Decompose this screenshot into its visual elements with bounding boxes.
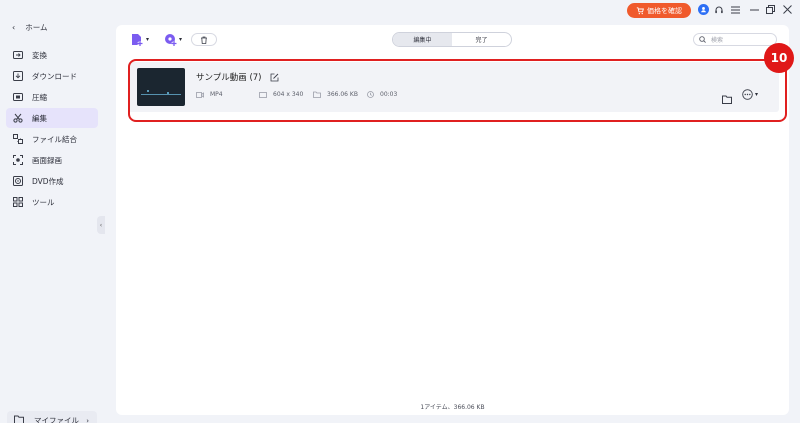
search-input[interactable]: 検索 [693, 33, 777, 46]
sidebar-item-label: ダウンロード [32, 71, 77, 81]
sidebar-collapse-button[interactable]: ‹ [97, 216, 105, 234]
chevron-left-icon: ‹ [12, 23, 16, 32]
home-label: ホーム [25, 23, 48, 32]
sidebar-item-label: 圧縮 [32, 92, 47, 102]
download-icon [13, 71, 23, 81]
sidebar-item-label: 編集 [32, 113, 47, 123]
tools-icon [13, 197, 23, 207]
trash-icon [201, 36, 207, 44]
step-badge: 10 [764, 43, 794, 73]
my-files-label: マイファイル [34, 416, 79, 423]
sidebar-item-label: ツール [32, 197, 55, 207]
cart-icon [636, 6, 644, 14]
convert-icon [13, 50, 23, 60]
sidebar: ‹ ホーム 変換 ダウンロード 圧縮 編集 ファイル結合 画面録画 DVD作成 … [0, 16, 104, 423]
support-headset-icon[interactable] [713, 4, 724, 15]
chevron-down-icon: ▾ [179, 36, 183, 43]
sidebar-item-tools[interactable]: ツール [6, 192, 98, 212]
item-summary: 1アイテム、366.06 KB [420, 403, 485, 411]
sidebar-item-edit[interactable]: 編集 [6, 108, 98, 128]
account-icon[interactable] [698, 4, 709, 15]
status-tabs: 編集中 完了 [392, 32, 512, 47]
add-media-button[interactable]: ▾ [164, 33, 182, 46]
delete-button[interactable] [191, 33, 217, 46]
chevron-left-icon: ‹ [99, 221, 103, 229]
screen-record-icon [13, 155, 23, 165]
check-price-button[interactable]: 価格を確認 [627, 3, 691, 18]
minimize-icon[interactable] [749, 4, 760, 15]
check-price-label: 価格を確認 [647, 6, 682, 15]
tab-editing[interactable]: 編集中 [393, 33, 452, 46]
status-bar: 1アイテム、366.06 KB [116, 397, 789, 415]
menu-icon[interactable] [730, 4, 741, 15]
compress-icon [13, 92, 23, 102]
chevron-right-icon: › [86, 416, 89, 423]
sidebar-item-label: DVD作成 [32, 176, 64, 186]
add-file-button[interactable]: ▾ [131, 33, 149, 46]
folder-icon [14, 415, 24, 423]
sidebar-item-label: 変換 [32, 50, 47, 60]
chevron-down-icon: ▾ [146, 36, 150, 43]
merge-icon [13, 134, 23, 144]
sidebar-item-merge[interactable]: ファイル結合 [6, 129, 98, 149]
dvd-icon [13, 176, 23, 186]
add-media-icon [165, 34, 177, 46]
sidebar-nav: 変換 ダウンロード 圧縮 編集 ファイル結合 画面録画 DVD作成 ツール [6, 45, 98, 213]
sidebar-item-dvd[interactable]: DVD作成 [6, 171, 98, 191]
sidebar-item-label: ファイル結合 [32, 134, 77, 144]
restore-icon[interactable] [765, 4, 776, 15]
sidebar-item-label: 画面録画 [32, 155, 62, 165]
highlight-frame [128, 59, 787, 122]
search-placeholder: 検索 [711, 37, 724, 44]
add-file-icon [132, 34, 143, 46]
toolbar: ▾ ▾ 編集中 完了 検索 [116, 25, 789, 55]
title-bar: 価格を確認 [0, 0, 800, 20]
close-icon[interactable] [782, 4, 793, 15]
scissors-icon [13, 113, 23, 123]
search-icon [699, 36, 706, 43]
my-files-button[interactable]: マイファイル › [7, 411, 97, 423]
sidebar-item-download[interactable]: ダウンロード [6, 66, 98, 86]
home-link[interactable]: ‹ ホーム [12, 22, 47, 33]
sidebar-item-compress[interactable]: 圧縮 [6, 87, 98, 107]
sidebar-item-convert[interactable]: 変換 [6, 45, 98, 65]
sidebar-item-screen-record[interactable]: 画面録画 [6, 150, 98, 170]
tab-completed[interactable]: 完了 [452, 33, 511, 46]
